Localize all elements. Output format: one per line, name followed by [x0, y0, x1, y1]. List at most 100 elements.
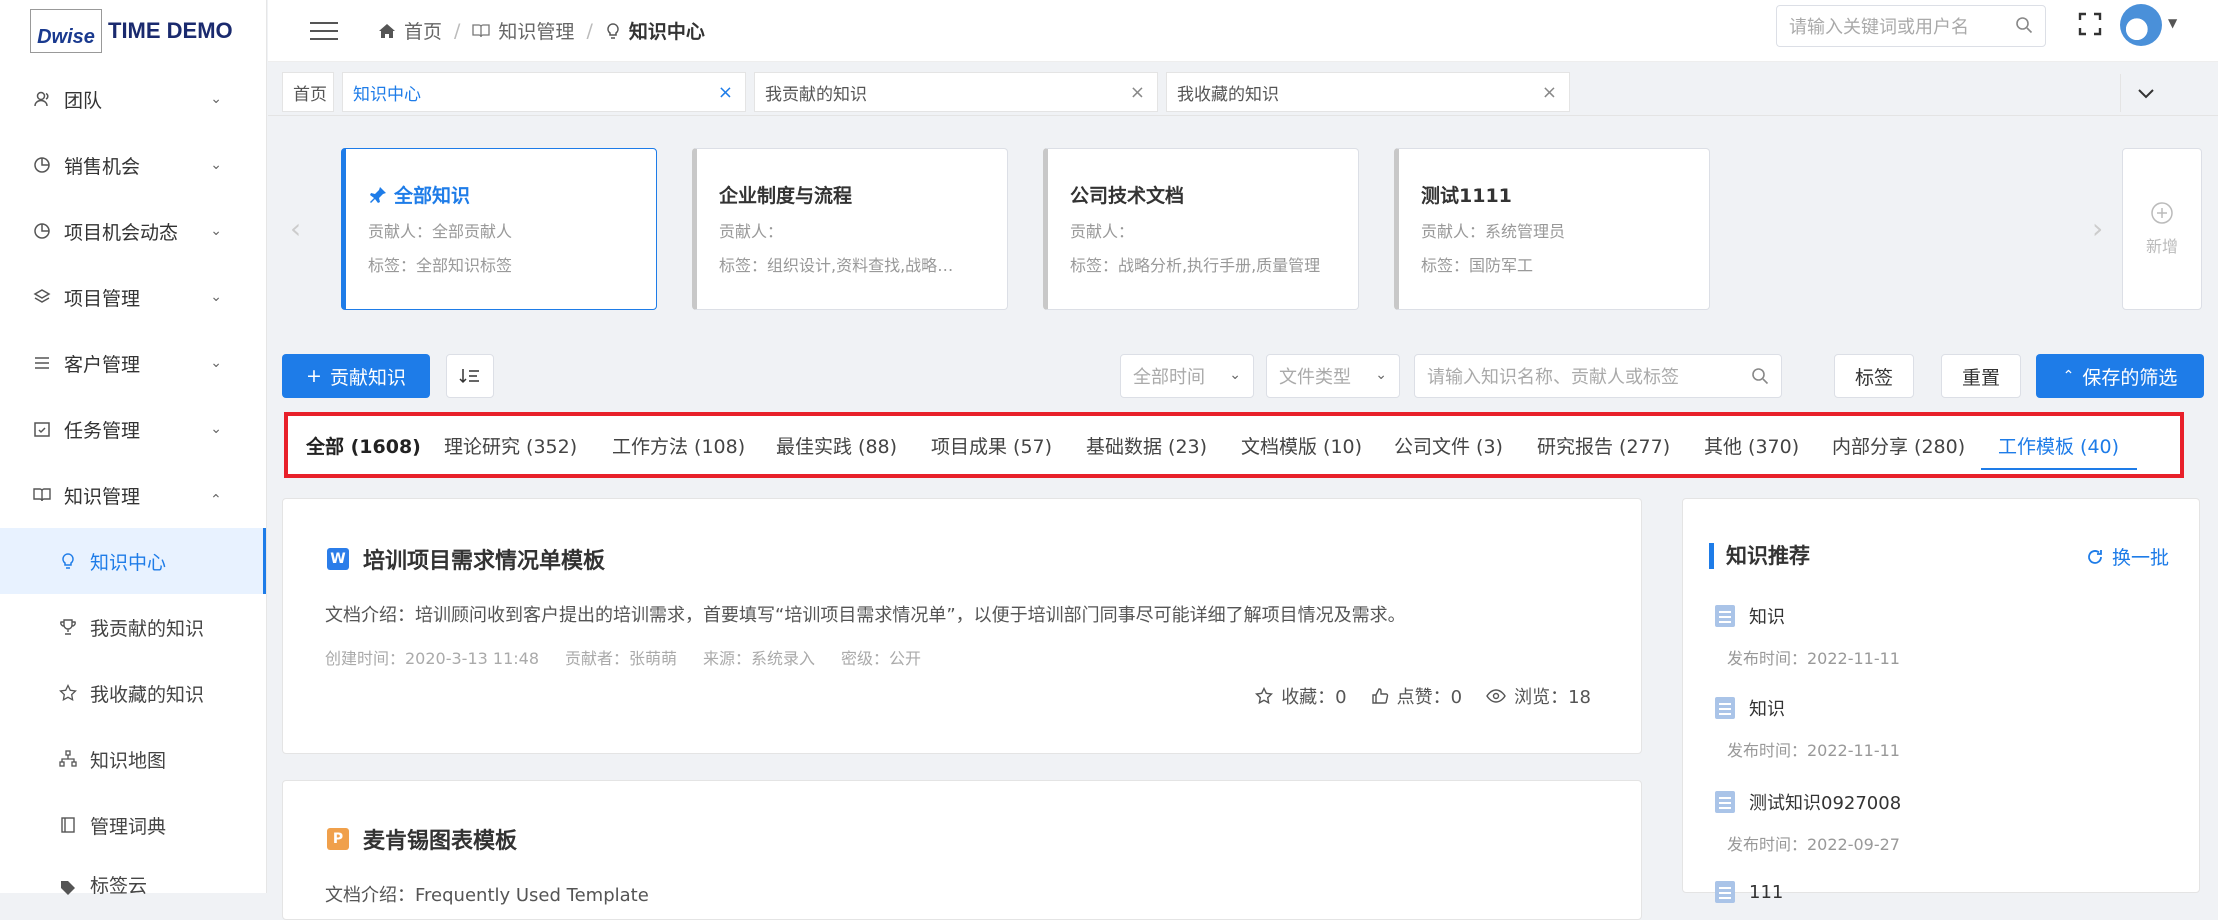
book-icon: [472, 23, 491, 37]
search-icon[interactable]: [2015, 16, 2033, 34]
sidebar-item-label: 知识地图: [90, 749, 167, 772]
caret-down-icon[interactable]: ▼: [2168, 16, 2177, 30]
avatar[interactable]: [2120, 4, 2162, 46]
recommend-name: 知识: [1749, 607, 1785, 628]
breadcrumb-home[interactable]: 首页: [378, 17, 442, 44]
toolbar: + 贡献知识 全部时间 ⌄ 文件类型 ⌄ 请输入知识名称、贡献人或标签 标签 重…: [268, 346, 2218, 406]
knowledge-search-input[interactable]: 请输入知识名称、贡献人或标签: [1414, 354, 1782, 398]
document-card[interactable]: P 麦肯锡图表模板 文档介绍：Frequently Used Template: [282, 780, 1642, 920]
document-title[interactable]: 培训项目需求情况单模板: [363, 543, 605, 575]
tab-label: 我收藏的知识: [1177, 84, 1279, 105]
filter-tab[interactable]: 研究报告 (277): [1537, 432, 1670, 459]
contribute-knowledge-button[interactable]: + 贡献知识: [282, 354, 430, 398]
saved-filter-button[interactable]: ⌃ 保存的筛选: [2036, 354, 2204, 398]
tag-button[interactable]: 标签: [1834, 354, 1914, 398]
like-count[interactable]: 点赞：0: [1371, 683, 1462, 709]
recommend-date: 发布时间：2022-11-11: [1727, 741, 1900, 760]
tabs-dropdown-icon[interactable]: [2120, 74, 2170, 112]
sidebar-item-my-favorites[interactable]: 我收藏的知识: [0, 660, 266, 726]
page-tabs-bar: 首页 知识中心 × 我贡献的知识 × 我收藏的知识 ×: [268, 62, 2218, 116]
sidebar-item-sales[interactable]: 销售机会 ⌄: [0, 132, 266, 198]
filter-tab[interactable]: 项目成果 (57): [931, 432, 1052, 459]
sidebar-item-knowledge[interactable]: 知识管理 ⌄: [0, 462, 266, 528]
fullscreen-icon[interactable]: [2078, 12, 2102, 36]
tab-knowledge-center[interactable]: 知识中心 ×: [342, 72, 746, 112]
chevron-right-icon[interactable]: ›: [2092, 212, 2103, 245]
lightbulb-icon: [607, 22, 619, 39]
category-card[interactable]: 公司技术文档 贡献人： 标签：战略分析,执行手册,质量管理: [1043, 148, 1359, 310]
sidebar-item-customer[interactable]: 客户管理 ⌄: [0, 330, 266, 396]
document-meta: 创建时间：2020-3-13 11:48 贡献者：张萌萌 来源：系统录入 密级：…: [325, 645, 921, 669]
category-card[interactable]: 企业制度与流程 贡献人： 标签：组织设计,资料查找,战略执行,行业分析: [692, 148, 1008, 310]
chevron-up-icon: ⌃: [2062, 368, 2075, 384]
select-value: 文件类型: [1279, 367, 1351, 388]
category-card[interactable]: 全部知识 贡献人：全部贡献人 标签：全部知识标签: [341, 148, 657, 310]
document-title[interactable]: 麦肯锡图表模板: [363, 823, 517, 855]
tab-home[interactable]: 首页: [282, 72, 334, 112]
category-card[interactable]: 测试1111 贡献人：系统管理员 标签：国防军工: [1394, 148, 1710, 310]
close-icon[interactable]: ×: [1130, 82, 1145, 103]
document-card[interactable]: W 培训项目需求情况单模板 文档介绍：培训顾问收到客户提出的培训需求，首要填写“…: [282, 498, 1642, 754]
sidebar: Dwise TIME DEMO 团队 ⌄ 销售机会 ⌄ 项目机会动态 ⌄ 项目管…: [0, 0, 267, 897]
document-icon: [1715, 697, 1735, 719]
add-category-button[interactable]: 新增: [2122, 148, 2202, 310]
search-placeholder: 请输入知识名称、贡献人或标签: [1427, 367, 1679, 388]
recommend-item[interactable]: 知识 发布时间：2022-11-11: [1715, 603, 1900, 669]
filter-tab-all[interactable]: 全部 (1608): [306, 432, 421, 459]
star-icon: [1255, 687, 1274, 705]
chevron-left-icon[interactable]: ‹: [290, 212, 301, 245]
recommend-item[interactable]: 111: [1715, 881, 1783, 903]
sidebar-item-team[interactable]: 团队 ⌄: [0, 66, 266, 132]
category-tags: 标签：战略分析,执行手册,质量管理: [1070, 256, 1321, 275]
search-icon[interactable]: [1751, 367, 1769, 385]
global-search-input[interactable]: 请输入关键词或用户名: [1776, 5, 2046, 47]
sort-button[interactable]: [446, 354, 494, 398]
recommend-item[interactable]: 知识 发布时间：2022-11-11: [1715, 695, 1900, 761]
top-header: 首页 / 知识管理 / 知识中心 请输入关键词或用户名 ▼: [268, 0, 2218, 62]
sidebar-item-knowledge-center[interactable]: 知识中心: [0, 528, 266, 594]
sidebar-item-my-contributions[interactable]: 我贡献的知识: [0, 594, 266, 660]
sidebar-item-tag-cloud[interactable]: 标签云: [0, 858, 266, 898]
refresh-button[interactable]: 换一批: [2086, 543, 2169, 570]
chevron-up-icon: ⌄: [210, 490, 222, 507]
filter-tab[interactable]: 内部分享 (280): [1832, 432, 1965, 459]
breadcrumb-label: 知识管理: [498, 21, 575, 43]
category-contributor: 贡献人：全部贡献人: [368, 222, 513, 241]
trophy-icon: [58, 617, 78, 637]
time-select[interactable]: 全部时间 ⌄: [1120, 354, 1254, 398]
tab-my-favorites[interactable]: 我收藏的知识 ×: [1166, 72, 1570, 112]
recommend-item[interactable]: 测试知识0927008 发布时间：2022-09-27: [1715, 789, 1901, 855]
sidebar-item-project-dynamics[interactable]: 项目机会动态 ⌄: [0, 198, 266, 264]
favorite-count[interactable]: 收藏：0: [1255, 683, 1347, 709]
filter-tab[interactable]: 理论研究 (352): [444, 432, 577, 459]
tab-label: 我贡献的知识: [765, 84, 867, 105]
sidebar-item-task[interactable]: 任务管理 ⌄: [0, 396, 266, 462]
breadcrumb: 首页 / 知识管理 / 知识中心: [378, 17, 705, 44]
category-contributor: 贡献人：: [1070, 222, 1135, 241]
stat-label: 收藏：0: [1281, 687, 1347, 708]
filter-tab[interactable]: 公司文件 (3): [1394, 432, 1503, 459]
tab-my-contributions[interactable]: 我贡献的知识 ×: [754, 72, 1158, 112]
filter-tab[interactable]: 文档模版 (10): [1241, 432, 1362, 459]
reset-button[interactable]: 重置: [1941, 354, 2021, 398]
menu-toggle-icon[interactable]: [310, 21, 338, 40]
sidebar-item-knowledge-map[interactable]: 知识地图: [0, 726, 266, 792]
sidebar-item-dictionary[interactable]: 管理词典: [0, 792, 266, 858]
sitemap-icon: [58, 749, 78, 769]
sidebar-item-project-management[interactable]: 项目管理 ⌄: [0, 264, 266, 330]
close-icon[interactable]: ×: [1542, 82, 1557, 103]
team-icon: [32, 89, 52, 109]
logo[interactable]: Dwise TIME DEMO: [0, 0, 266, 62]
breadcrumb-knowledge[interactable]: 知识管理: [472, 17, 574, 44]
close-icon[interactable]: ×: [718, 82, 733, 103]
filter-tab[interactable]: 工作方法 (108): [612, 432, 745, 459]
star-icon: [58, 683, 78, 703]
file-type-select[interactable]: 文件类型 ⌄: [1266, 354, 1400, 398]
recommend-name: 测试知识0927008: [1749, 793, 1902, 814]
filter-tab-selected[interactable]: 工作模板 (40): [1998, 432, 2119, 459]
thumbs-up-icon: [1371, 688, 1388, 704]
filter-tab[interactable]: 其他 (370): [1704, 432, 1799, 459]
breadcrumb-separator: /: [454, 19, 461, 42]
filter-tab[interactable]: 最佳实践 (88): [776, 432, 897, 459]
filter-tab[interactable]: 基础数据 (23): [1086, 432, 1207, 459]
